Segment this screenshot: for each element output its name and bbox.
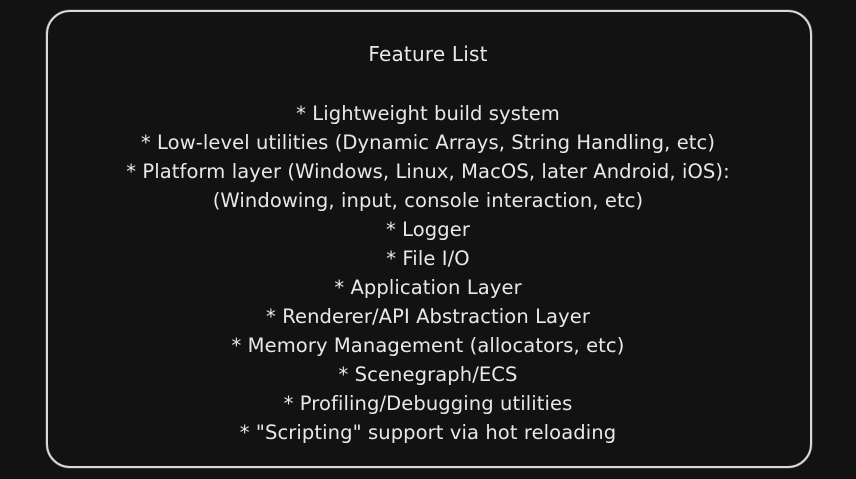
feature-list-title: Feature List	[368, 42, 488, 66]
list-item: * Low-level utilities (Dynamic Arrays, S…	[140, 131, 716, 154]
feature-list: * Lightweight build system * Low-level u…	[0, 99, 856, 447]
list-item: * Lightweight build system	[296, 102, 560, 125]
list-item: * Scenegraph/ECS	[338, 363, 518, 386]
list-item: (Windowing, input, console interaction, …	[212, 189, 644, 212]
list-item: * Platform layer (Windows, Linux, MacOS,…	[126, 160, 730, 183]
list-item: * Logger	[386, 218, 470, 241]
list-item: * "Scripting" support via hot reloading	[239, 421, 617, 444]
list-item: * File I/O	[386, 247, 470, 270]
canvas: Feature List * Lightweight build system …	[0, 0, 856, 479]
list-item: * Renderer/API Abstraction Layer	[266, 305, 590, 328]
list-item: * Application Layer	[334, 276, 522, 299]
list-item: * Memory Management (allocators, etc)	[231, 334, 625, 357]
list-item: * Profiling/Debugging utilities	[283, 392, 573, 415]
